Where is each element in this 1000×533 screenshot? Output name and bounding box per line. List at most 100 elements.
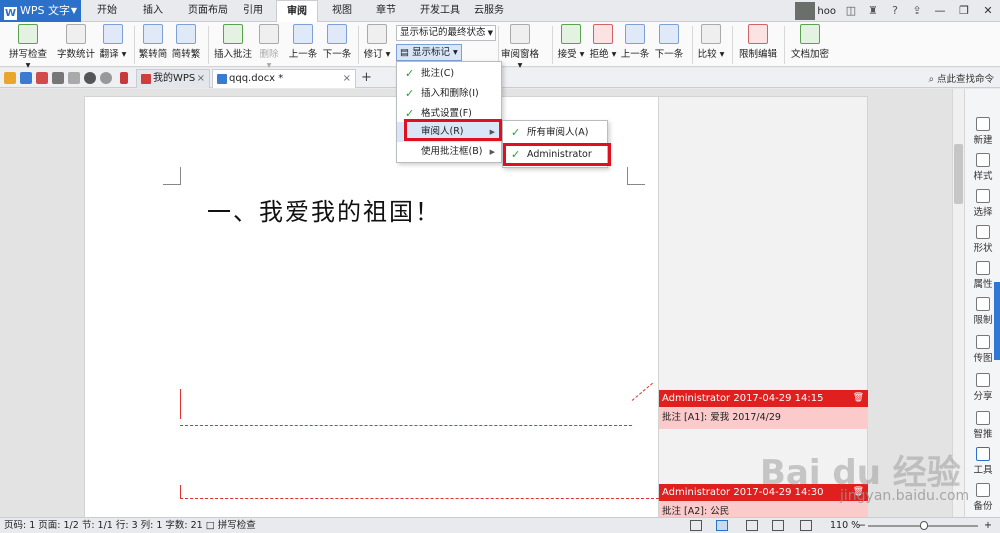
upload-icon[interactable]: ⇪ xyxy=(910,4,924,18)
zoom-slider-knob[interactable] xyxy=(920,521,928,530)
tab-developer[interactable]: 开发工具 xyxy=(412,0,468,22)
trash-icon[interactable]: 🗑 xyxy=(853,390,864,407)
panel-tools[interactable]: 工具 xyxy=(965,447,1000,476)
search-command-input[interactable]: ⌕ 点此查找命令 xyxy=(929,71,994,85)
accept-button[interactable]: 接受 ▾ xyxy=(556,24,586,60)
delete-comment-button[interactable]: 删除 ▾ xyxy=(256,24,282,71)
tab-page-layout[interactable]: 页面布局 xyxy=(180,0,236,22)
shapes-icon xyxy=(976,225,990,239)
pin-icon[interactable] xyxy=(120,72,128,84)
minimize-icon[interactable]: — xyxy=(928,0,952,22)
word-count-button[interactable]: 字数统计 xyxy=(56,24,96,60)
restrict-edit-button[interactable]: 限制编辑 xyxy=(736,24,780,60)
user-name[interactable]: hoo xyxy=(817,6,836,17)
trad-to-simp-button[interactable]: 繁转简 xyxy=(138,24,168,60)
page-view-icon[interactable] xyxy=(716,520,728,531)
comment-anchor xyxy=(180,389,181,419)
comment-anchor xyxy=(180,485,181,499)
panel-shapes[interactable]: 形状 xyxy=(965,225,1000,254)
comment-body[interactable]: 批注 [A1]: 爱我 2017/4/29 xyxy=(659,407,868,429)
translate-button[interactable]: 翻译 ▾ xyxy=(98,24,128,60)
tab-home[interactable]: 开始 xyxy=(86,0,128,22)
spell-check-button[interactable]: 拼写检查 ▾ xyxy=(6,24,50,71)
tab-cloud[interactable]: 云服务 xyxy=(468,0,510,22)
tab-view[interactable]: 视图 xyxy=(324,0,360,22)
zoom-level[interactable]: 110 % xyxy=(830,518,860,533)
zoom-in-button[interactable]: + xyxy=(984,518,992,533)
compare-button[interactable]: 比较 ▾ xyxy=(696,24,726,60)
comment-header[interactable]: Administrator 2017-04-29 14:15 🗑 xyxy=(659,390,868,407)
tab-insert[interactable]: 插入 xyxy=(132,0,174,22)
simp-to-trad-button[interactable]: 简转繁 xyxy=(170,24,202,60)
menu-item-balloons[interactable]: 使用批注框(B) ▶ xyxy=(397,142,501,162)
show-markup-button[interactable]: ▤ 显示标记 ▾ xyxy=(396,44,462,61)
track-changes-button[interactable]: 修订 ▾ xyxy=(362,24,392,60)
close-icon[interactable]: × xyxy=(343,70,351,88)
help-icon[interactable]: ? xyxy=(888,4,902,18)
print-preview-icon[interactable] xyxy=(68,72,80,84)
shirt-icon[interactable]: ♜ xyxy=(866,4,880,18)
redo-icon[interactable] xyxy=(100,72,112,84)
divider xyxy=(552,26,553,64)
outline-view-icon[interactable] xyxy=(746,520,758,531)
lock-icon xyxy=(748,24,768,44)
insert-comment-button[interactable]: 插入批注 xyxy=(214,24,252,60)
open-folder-icon[interactable] xyxy=(4,72,16,84)
close-icon[interactable]: × xyxy=(197,70,205,88)
skin-icon[interactable]: ◫ xyxy=(844,4,858,18)
tab-section[interactable]: 章节 xyxy=(368,0,404,22)
reading-view-icon[interactable] xyxy=(800,520,812,531)
prev-change-button[interactable]: 上一条 xyxy=(620,24,650,60)
export-pdf-icon[interactable] xyxy=(36,72,48,84)
chevron-down-icon: ▼ xyxy=(70,6,77,15)
menu-item-insertions-deletions[interactable]: ✓ 插入和删除(I) xyxy=(397,84,501,104)
panel-backup[interactable]: 备份 xyxy=(965,483,1000,512)
prev-comment-button[interactable]: 上一条 xyxy=(288,24,318,60)
new-doc-icon xyxy=(976,117,990,131)
panel-styles[interactable]: 样式 xyxy=(965,153,1000,182)
menu-item-comments[interactable]: ✓ 批注(C) xyxy=(397,64,501,84)
display-state-select[interactable]: 显示标记的最终状态 ▼ xyxy=(396,25,496,41)
next-comment-icon xyxy=(327,24,347,44)
crop-mark xyxy=(627,167,645,185)
tab-review[interactable]: 审阅 xyxy=(276,0,318,23)
highlight-box xyxy=(503,143,611,166)
next-comment-button[interactable]: 下一条 xyxy=(322,24,352,60)
wps-logo-icon xyxy=(141,74,151,84)
panel-collapse-handle[interactable] xyxy=(994,282,1000,360)
highlight-box xyxy=(404,119,502,141)
next-change-button[interactable]: 下一条 xyxy=(654,24,684,60)
eye-icon[interactable] xyxy=(690,520,702,531)
doc-tab-my-wps[interactable]: 我的WPS × xyxy=(136,69,210,88)
share-icon xyxy=(976,373,990,387)
panel-smart-push[interactable]: 智推 xyxy=(965,411,1000,440)
document-heading[interactable]: 一、我爱我的祖国！ xyxy=(207,192,441,227)
save-icon[interactable] xyxy=(20,72,32,84)
panel-share[interactable]: 分享 xyxy=(965,373,1000,402)
reject-icon xyxy=(593,24,613,44)
print-icon[interactable] xyxy=(52,72,64,84)
review-pane-button[interactable]: 审阅窗格 ▾ xyxy=(500,24,540,71)
scrollbar-thumb[interactable] xyxy=(954,144,963,204)
compare-icon xyxy=(701,24,721,44)
avatar[interactable] xyxy=(795,2,816,20)
close-icon[interactable]: ✕ xyxy=(976,0,1000,22)
divider xyxy=(134,26,135,64)
tab-references[interactable]: 引用 xyxy=(236,0,270,22)
trad-to-simp-icon xyxy=(143,24,163,44)
check-icon: ✓ xyxy=(511,126,521,139)
wps-app-menu-button[interactable]: W WPS 文字 ▼ xyxy=(0,0,81,22)
menu-item-all-reviewers[interactable]: ✓ 所有审阅人(A) xyxy=(503,123,607,143)
reject-button[interactable]: 拒绝 ▾ xyxy=(588,24,618,60)
watermark-url: jingyan.baidu.com xyxy=(840,488,970,504)
comment-body[interactable]: 批注 [A2]: 公民 xyxy=(659,501,868,517)
undo-icon[interactable] xyxy=(84,72,96,84)
panel-new[interactable]: 新建 xyxy=(965,117,1000,146)
new-tab-button[interactable]: + xyxy=(361,70,372,85)
encrypt-button[interactable]: 文档加密 xyxy=(788,24,832,60)
panel-select[interactable]: 选择 xyxy=(965,189,1000,218)
web-view-icon[interactable] xyxy=(772,520,784,531)
restore-icon[interactable]: ❐ xyxy=(952,0,976,22)
doc-tab-qqq[interactable]: qqq.docx * × xyxy=(212,69,356,88)
zoom-out-button[interactable]: − xyxy=(858,518,866,533)
